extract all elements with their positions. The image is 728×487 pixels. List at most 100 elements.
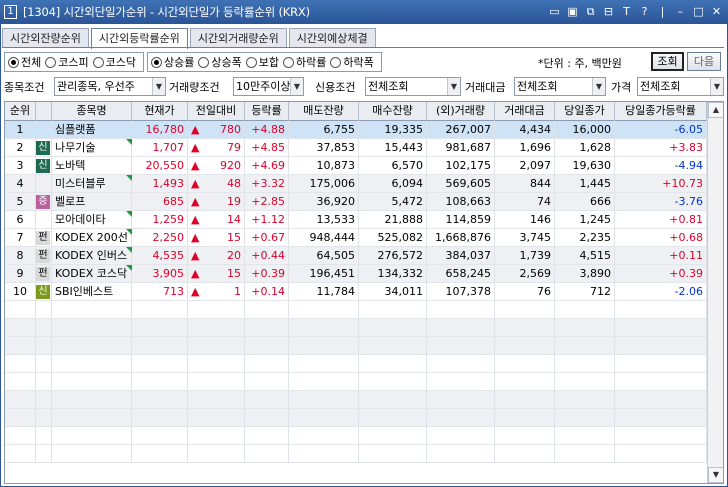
table-row[interactable] [5,409,707,427]
cell-rate: +2.85 [245,193,289,211]
cell-change [188,337,245,355]
col-header-change[interactable]: 전일대비 [188,102,245,121]
volume-condition-select[interactable]: 10만주이상 ▼ [233,77,304,96]
cell-close-rate [615,319,707,337]
table-row[interactable] [5,445,707,463]
window-tool-icon[interactable]: ▣ [565,4,580,19]
cell-rate [245,337,289,355]
col-header-rank[interactable]: 순위 [5,102,36,121]
table-row[interactable]: 6 모아데이타 1,259 ▲ 14 +1.12 13,533 21,888 114,859 14… [5,211,707,229]
cell-volume [427,373,495,391]
cell-price [132,301,188,319]
table-row[interactable]: 4 미스터블루 1,493 ▲ 48 +3.32 175,006 6,094 569,605 84… [5,175,707,193]
vertical-scrollbar[interactable]: ▲ ▼ [707,102,723,483]
radio-dot[interactable] [45,56,57,68]
cell-name: KODEX 인버스 [52,247,132,265]
radio-dot[interactable] [330,56,342,68]
table-row[interactable] [5,337,707,355]
table-row[interactable] [5,301,707,319]
cell-close-rate [615,409,707,427]
cell-price [132,445,188,463]
table-row[interactable]: 2 나무기술 1,707 ▲ 79 +4.85 37,853 15,443 981,687 1,6… [5,139,707,157]
col-header-price[interactable]: 현재가 [132,102,188,121]
col-header-bid[interactable]: 매수잔량 [359,102,427,121]
chevron-down-icon[interactable]: ▼ [290,78,303,95]
radio-dot[interactable] [245,56,257,68]
cell-rank [5,391,36,409]
cell-rank [5,301,36,319]
chevron-down-icon[interactable]: ▼ [710,78,723,95]
chevron-down-icon[interactable]: ▼ [152,78,165,95]
col-header-amount[interactable]: 거래대금 [495,102,555,121]
maximize-icon[interactable]: □ [691,4,706,19]
unit-label: *단위 : 주, 백만원 [538,57,622,70]
table-row[interactable]: 9 KODEX 코스닥 3,905 ▲ 15 +0.39 196,451 134,332 658… [5,265,707,283]
stock-condition-select[interactable]: 관리종목, 우선주 ▼ [54,77,166,96]
cell-ask [289,409,359,427]
radio-sort-flat[interactable]: 보합 [245,54,279,70]
tab-overtime-expected[interactable]: 시간외예상체결 [288,28,376,48]
window-tool-icon[interactable]: ⧉ [583,4,598,19]
radio-sort-fall-amount[interactable]: 하락폭 [330,54,374,70]
radio-market-kospi[interactable]: 코스피 [45,54,89,70]
tab-overtime-rate-rank[interactable]: 시간외등락률순위 [90,28,188,49]
radio-dot[interactable] [92,56,104,68]
col-header-volume[interactable]: (외)거래량 [427,102,495,121]
table-row[interactable] [5,373,707,391]
cell-rank [5,355,36,373]
tab-overtime-volume-rank[interactable]: 시간외잔량순위 [2,28,89,48]
scroll-up-icon[interactable]: ▲ [708,102,723,118]
table-row[interactable]: 1 심플랫폼 16,780 ▲ 780 +4.88 6,755 19,335 267,007 4,… [5,121,707,139]
font-size-icon[interactable]: T [619,4,634,19]
cell-volume [427,337,495,355]
col-header-name[interactable]: 종목명 [52,102,132,121]
col-header-close[interactable]: 당일종가 [555,102,615,121]
table-row[interactable]: 3 노바텍 20,550 ▲ 920 +4.69 10,873 6,570 102,175 2,0… [5,157,707,175]
close-icon[interactable]: ✕ [709,4,724,19]
radio-dot[interactable] [8,56,19,68]
cell-close-rate [615,373,707,391]
cell-volume: 114,859 [427,211,495,229]
cell-bid: 6,094 [359,175,427,193]
table-row[interactable]: 5 벨로프 685 ▲ 19 +2.85 36,920 5,472 108,663 74 666 -3… [5,193,707,211]
radio-market-all[interactable]: 전체 [8,54,41,70]
next-button[interactable]: 다음 [687,52,721,71]
cell-price [132,427,188,445]
cell-bid: 21,888 [359,211,427,229]
cell-rate [245,391,289,409]
window-tool-icon[interactable]: ⊟ [601,4,616,19]
radio-sort-rise-amount[interactable]: 상승폭 [198,54,242,70]
radio-dot[interactable] [283,56,294,68]
chevron-down-icon[interactable]: ▼ [592,78,605,95]
cell-close-rate: -6.05 [615,121,707,139]
cell-price [132,373,188,391]
col-header-badge[interactable] [36,102,52,121]
trade-amount-select[interactable]: 전체조회 ▼ [514,77,606,96]
table-row[interactable]: 7 KODEX 200선 2,250 ▲ 15 +0.67 948,444 525,082 1,… [5,229,707,247]
minimize-icon[interactable]: – [673,4,688,19]
scroll-down-icon[interactable]: ▼ [708,467,723,483]
chevron-down-icon[interactable]: ▼ [447,78,460,95]
window-titlebar: 1 [1304] 시간외단일가순위 - 시간외단일가 등락률순위 (KRX) ▭… [0,0,728,24]
query-button[interactable]: 조회 [651,52,684,71]
table-row[interactable] [5,427,707,445]
window-tool-icon[interactable]: ▭ [547,4,562,19]
radio-market-kosdaq[interactable]: 코스닥 [92,54,136,70]
table-row[interactable] [5,319,707,337]
tab-overtime-trade-rank[interactable]: 시간외거래량순위 [189,28,287,48]
help-icon[interactable]: ? [637,4,652,19]
radio-dot[interactable] [151,56,162,68]
radio-sort-rise-rate[interactable]: 상승률 [151,54,194,70]
col-header-rate[interactable]: 등락률 [245,102,289,121]
credit-condition-select[interactable]: 전체조회 ▼ [365,77,461,96]
radio-sort-fall-rate[interactable]: 하락률 [283,54,326,70]
radio-dot[interactable] [198,56,210,68]
up-arrow-icon: ▲ [191,267,200,280]
table-row[interactable] [5,355,707,373]
table-row[interactable]: 8 KODEX 인버스 4,535 ▲ 20 +0.44 64,505 276,572 384,… [5,247,707,265]
col-header-close-rate[interactable]: 당일종가등락률 [615,102,707,121]
col-header-ask[interactable]: 매도잔량 [289,102,359,121]
table-row[interactable] [5,391,707,409]
table-row[interactable]: 10 SBI인베스트 713 ▲ 1 +0.14 11,784 34,011 107,378 76… [5,283,707,301]
price-select[interactable]: 전체조회 ▼ [637,77,724,96]
